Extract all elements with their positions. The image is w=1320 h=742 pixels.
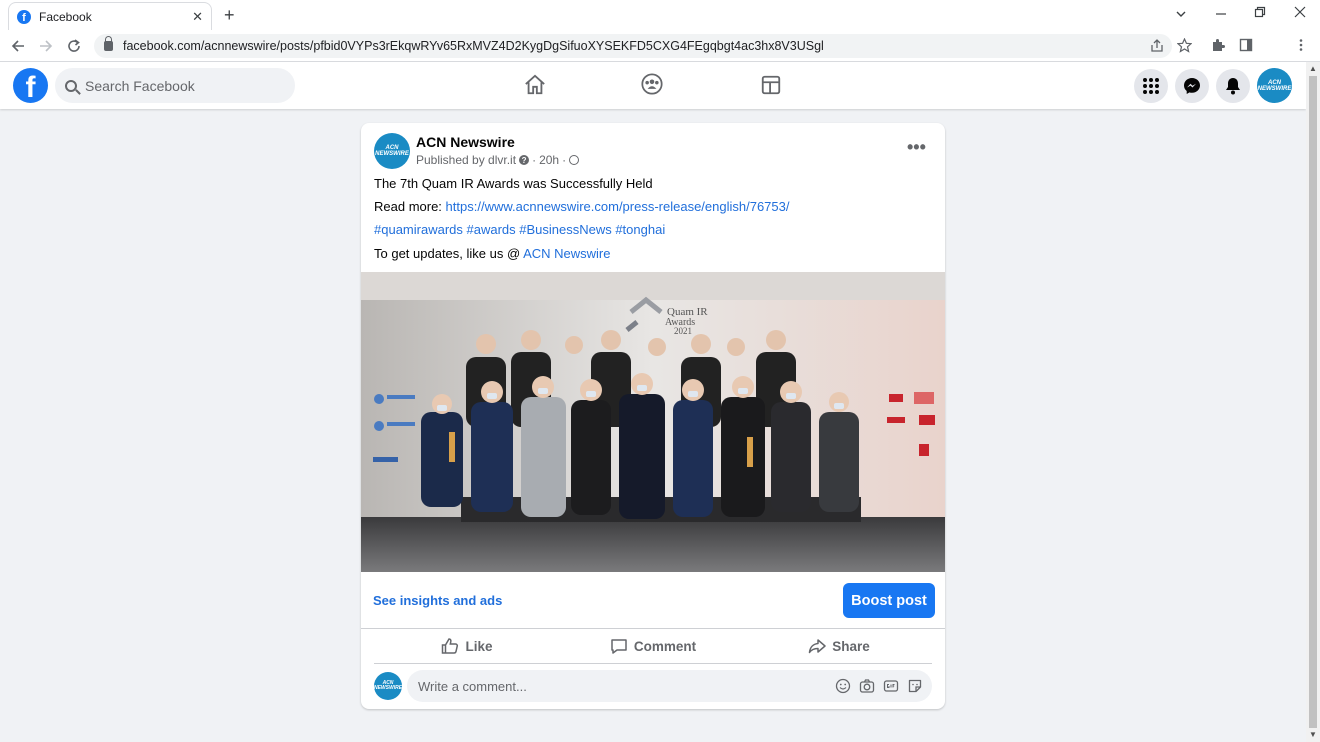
- messenger-icon: [1184, 78, 1200, 94]
- reload-icon[interactable]: [67, 39, 81, 53]
- boost-post-button[interactable]: Boost post: [843, 583, 935, 618]
- comment-icon: [611, 639, 627, 654]
- hashtags[interactable]: #quamirawards #awards #BusinessNews #ton…: [374, 222, 665, 237]
- menu-grid-icon: [1143, 78, 1159, 94]
- sticker-icon[interactable]: [907, 678, 923, 694]
- groups-icon[interactable]: [640, 73, 664, 95]
- browser-menu-icon[interactable]: [1296, 38, 1306, 52]
- back-icon[interactable]: [11, 39, 25, 53]
- tab-search-icon[interactable]: [1175, 8, 1187, 20]
- page-avatar[interactable]: ACN NEWSWIRE: [374, 133, 410, 169]
- comment-label: Comment: [633, 638, 697, 654]
- share-icon: [808, 639, 826, 654]
- globe-icon: [569, 155, 580, 165]
- published-by: Published by dlvr.it: [416, 153, 517, 167]
- award-ceremony-photo: Quam IR Awards 2021: [361, 272, 945, 572]
- account-avatar[interactable]: ACN NEWSWIRE: [1257, 68, 1292, 103]
- close-window-icon[interactable]: [1294, 6, 1306, 18]
- read-more-link[interactable]: https://www.acnnewswire.com/press-releas…: [446, 199, 790, 214]
- browser-tabbar: f Facebook ✕ +: [0, 0, 1320, 30]
- post-card: ACN NEWSWIRE ACN Newswire Published by d…: [361, 123, 945, 709]
- scroll-up-icon[interactable]: ▲: [1309, 64, 1317, 73]
- gif-icon[interactable]: [883, 678, 899, 694]
- facebook-logo-icon[interactable]: f: [13, 68, 48, 103]
- side-panel-icon[interactable]: [1239, 38, 1253, 52]
- comment-box[interactable]: [407, 670, 932, 702]
- facebook-header: f ACN NEWSWIRE: [0, 62, 1306, 109]
- bell-icon: [1226, 78, 1240, 95]
- info-icon[interactable]: ?: [519, 155, 530, 165]
- new-tab-button[interactable]: +: [224, 5, 235, 26]
- search-icon: [65, 79, 77, 92]
- share-button[interactable]: Share: [746, 629, 932, 663]
- thumbs-up-icon: [442, 638, 459, 654]
- url-text: facebook.com/acnnewswire/posts/pfbid0VYP…: [123, 39, 824, 53]
- close-tab-icon[interactable]: ✕: [192, 9, 203, 25]
- facebook-favicon-icon: f: [17, 9, 31, 24]
- tab-title: Facebook: [39, 9, 92, 24]
- notifications-button[interactable]: [1216, 69, 1250, 103]
- search-input[interactable]: [85, 77, 275, 94]
- share-label: Share: [832, 638, 870, 654]
- pages-feed-icon[interactable]: [759, 74, 783, 96]
- minimize-icon[interactable]: [1215, 8, 1227, 20]
- updates-line: To get updates, like us @ ACN Newswire: [374, 246, 610, 261]
- read-more-label: Read more:: [374, 199, 446, 214]
- page-scrollbar[interactable]: ▲ ▼: [1306, 62, 1320, 742]
- browser-tab[interactable]: f Facebook ✕: [8, 2, 212, 30]
- meta-separator: ·: [532, 153, 537, 167]
- scrollbar-thumb[interactable]: [1309, 76, 1317, 728]
- updates-label: To get updates, like us @: [374, 246, 524, 261]
- like-button[interactable]: Like: [374, 629, 560, 663]
- read-more-line: Read more: https://www.acnnewswire.com/p…: [374, 199, 790, 214]
- comment-button[interactable]: Comment: [560, 629, 746, 663]
- camera-icon[interactable]: [859, 678, 875, 694]
- address-bar[interactable]: facebook.com/acnnewswire/posts/pfbid0VYP…: [94, 34, 1172, 58]
- scroll-down-icon[interactable]: ▼: [1309, 730, 1317, 739]
- updates-link[interactable]: ACN Newswire: [523, 246, 610, 261]
- share-page-icon[interactable]: [1150, 39, 1164, 53]
- home-icon[interactable]: [523, 74, 547, 96]
- extensions-icon[interactable]: [1211, 38, 1225, 52]
- post-author[interactable]: ACN Newswire: [416, 134, 515, 150]
- backdrop-year: 2021: [674, 326, 692, 336]
- post-actions: Like Comment Share: [374, 629, 932, 663]
- messenger-button[interactable]: [1175, 69, 1209, 103]
- commenter-avatar[interactable]: ACN NEWSWIRE: [374, 672, 402, 700]
- forward-icon[interactable]: [39, 39, 53, 53]
- post-time[interactable]: 20h: [539, 153, 559, 167]
- emoji-icon[interactable]: [835, 678, 851, 694]
- lock-icon: [104, 36, 113, 51]
- post-photo[interactable]: Quam IR Awards 2021: [361, 272, 945, 572]
- menu-button[interactable]: [1134, 69, 1168, 103]
- post-meta: Published by dlvr.it ? · 20h ·: [416, 153, 580, 167]
- meta-separator: ·: [562, 153, 567, 167]
- facebook-search[interactable]: [55, 68, 295, 103]
- comment-input[interactable]: [418, 678, 818, 694]
- divider: [374, 663, 932, 664]
- like-label: Like: [465, 638, 493, 654]
- restore-icon[interactable]: [1254, 6, 1266, 18]
- more-options-icon[interactable]: •••: [907, 137, 926, 158]
- post-title: The 7th Quam IR Awards was Successfully …: [374, 176, 653, 191]
- insights-link[interactable]: See insights and ads: [373, 593, 502, 608]
- browser-toolbar: facebook.com/acnnewswire/posts/pfbid0VYP…: [0, 30, 1320, 62]
- bookmark-star-icon[interactable]: [1177, 38, 1192, 53]
